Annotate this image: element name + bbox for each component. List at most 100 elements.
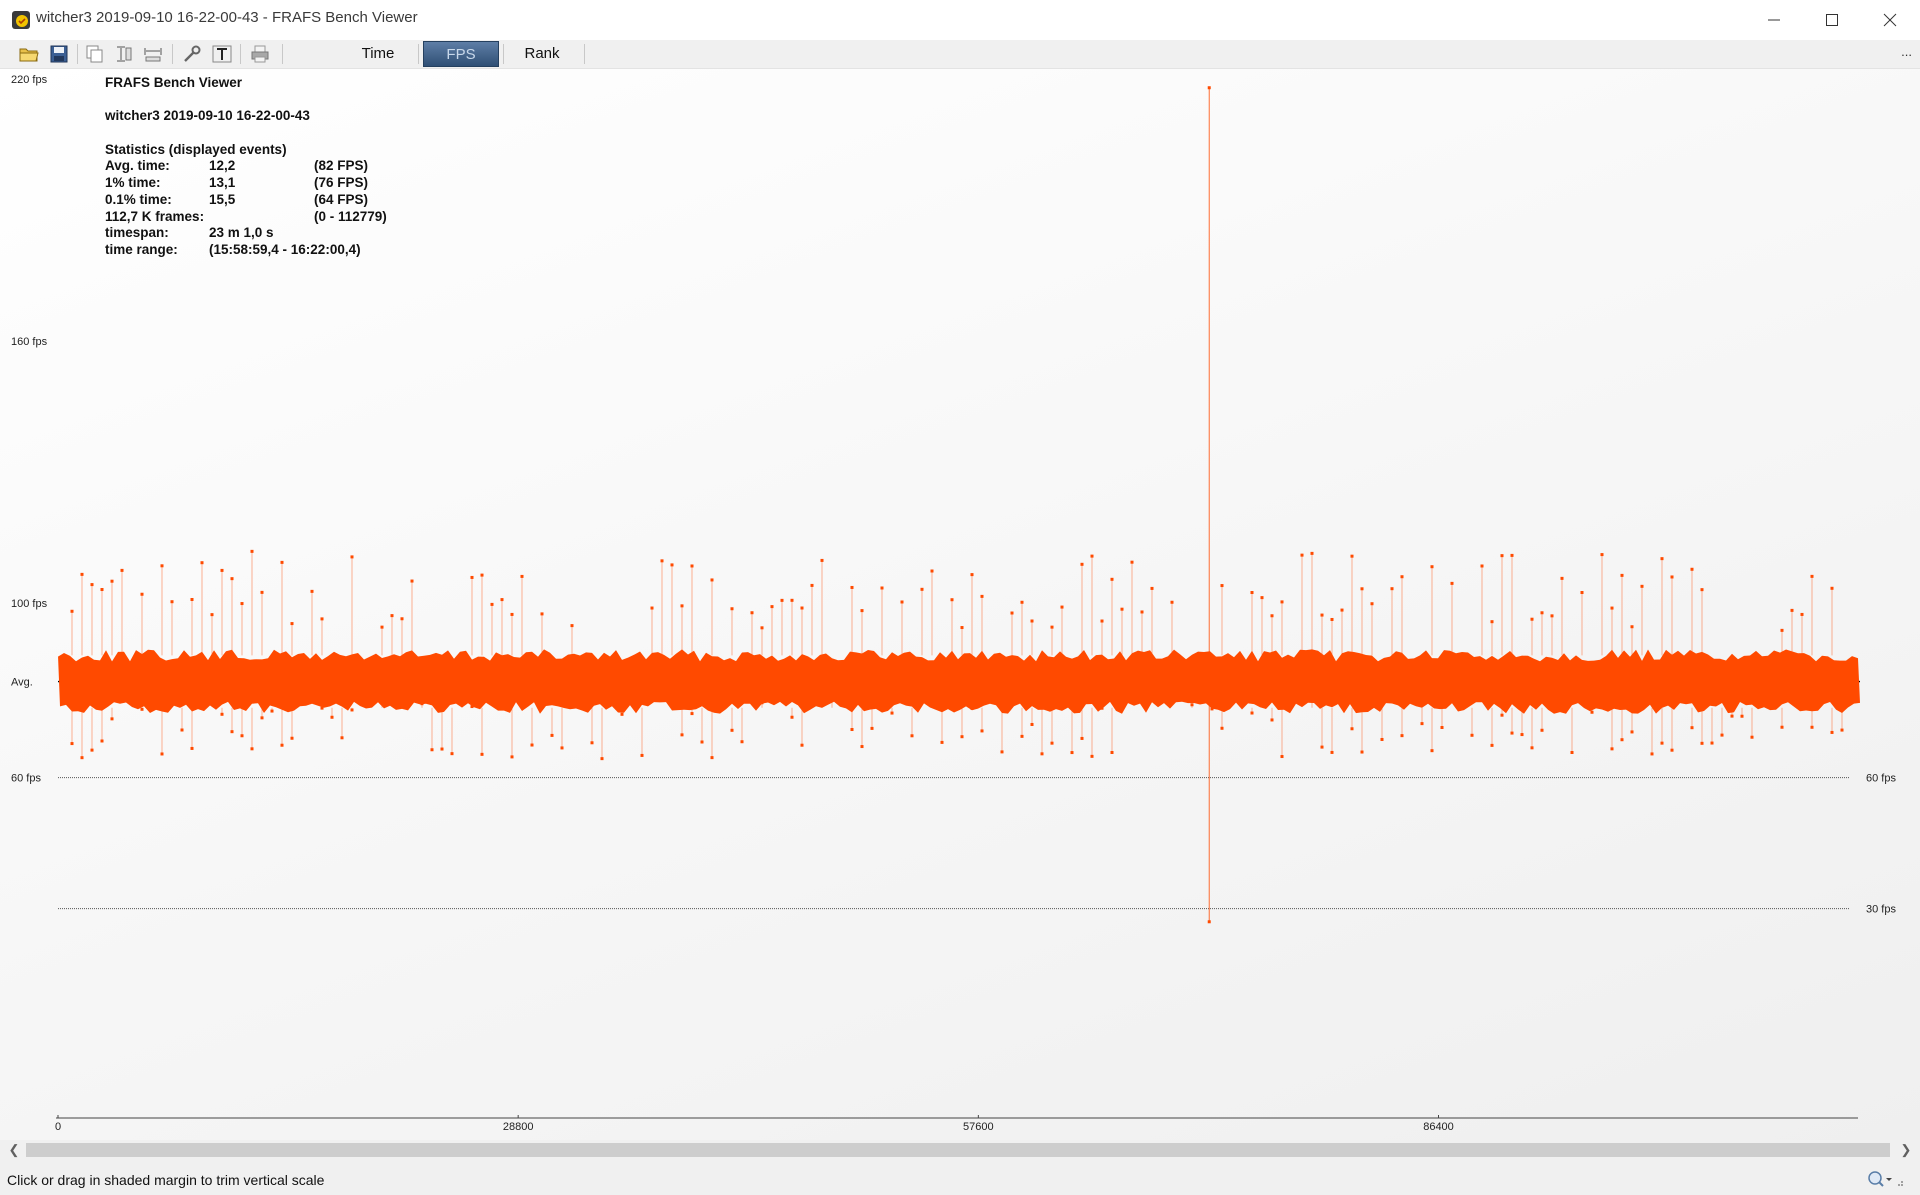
toolbar-overflow-button[interactable]: ... xyxy=(1901,44,1912,59)
fps-spike-marker xyxy=(1100,619,1104,623)
fps-spike-marker xyxy=(1620,573,1624,577)
fps-spike-marker xyxy=(1790,608,1794,612)
fps-spike-marker xyxy=(1030,619,1034,623)
fps-spike-marker xyxy=(1490,620,1494,624)
text-tool-icon[interactable] xyxy=(210,43,234,65)
fps-spike-marker xyxy=(1370,602,1374,606)
fit-vertical-icon[interactable] xyxy=(112,43,136,65)
mode-time-button[interactable]: Time xyxy=(343,41,413,67)
copy-icon[interactable] xyxy=(83,43,107,65)
fps-spike-marker xyxy=(1210,707,1214,711)
fps-spike-marker xyxy=(220,712,224,716)
fps-spike-marker xyxy=(850,728,854,732)
close-button[interactable] xyxy=(1862,0,1919,40)
fps-spike-marker xyxy=(230,577,234,581)
fps-spike-marker xyxy=(100,588,104,592)
fps-spike-marker xyxy=(1260,596,1264,600)
fps-spike-marker xyxy=(90,583,94,587)
fps-spike-marker xyxy=(1480,564,1484,568)
fps-spike-marker xyxy=(640,753,644,757)
toolbar: Time FPS Rank ... xyxy=(0,40,1920,69)
y-axis-label: Avg. xyxy=(11,677,33,689)
fps-spike-marker xyxy=(1100,706,1104,710)
fps-spike-marker xyxy=(110,579,114,583)
print-icon[interactable] xyxy=(248,43,272,65)
fps-spike-marker xyxy=(240,734,244,738)
fps-spike-marker xyxy=(420,702,424,706)
fps-spike-marker xyxy=(190,746,194,750)
fps-series-band xyxy=(58,649,1860,714)
fps-spike-marker xyxy=(530,743,534,747)
fps-spike-marker xyxy=(800,743,804,747)
fps-spike-marker xyxy=(980,594,984,598)
fps-spike-marker xyxy=(1530,746,1534,750)
mode-rank-button[interactable]: Rank xyxy=(508,41,576,67)
mode-fps-button[interactable]: FPS xyxy=(423,41,499,67)
fps-spike-marker xyxy=(550,733,554,737)
fps-spike-marker xyxy=(930,569,934,573)
horizontal-scrollbar[interactable]: ❮ ❯ xyxy=(0,1140,1920,1160)
fps-spike-marker xyxy=(1520,733,1524,737)
scrollbar-thumb[interactable] xyxy=(26,1143,1890,1157)
stats-extra: (64 FPS) xyxy=(314,191,369,207)
toolbar-separator xyxy=(77,44,78,64)
stats-value: 23 m 1,0 s xyxy=(209,225,274,241)
fps-spike-marker xyxy=(1110,577,1114,581)
scroll-right-arrow-icon[interactable]: ❯ xyxy=(1896,1140,1916,1160)
save-icon[interactable] xyxy=(47,43,71,65)
fps-spike-marker xyxy=(1550,614,1554,618)
reference-line-label: 30 fps xyxy=(1866,904,1896,916)
open-folder-icon[interactable] xyxy=(17,43,41,65)
minimize-button[interactable] xyxy=(1746,0,1803,40)
x-axis-tick-label: 57600 xyxy=(963,1121,994,1133)
fps-spike-marker xyxy=(1440,726,1444,730)
fps-spike-marker xyxy=(160,564,164,568)
fps-spike-marker xyxy=(860,745,864,749)
fps-spike-marker xyxy=(1490,743,1494,747)
fps-spike-marker xyxy=(1830,730,1834,734)
stats-value: (15:58:59,4 - 16:22:00,4) xyxy=(209,241,361,257)
y-axis-label: 220 fps xyxy=(11,74,48,86)
fps-spike-marker xyxy=(1130,560,1134,564)
fps-spike-marker xyxy=(1610,606,1614,610)
fps-spike-marker xyxy=(140,592,144,596)
settings-wrench-icon[interactable] xyxy=(180,43,204,65)
fit-horizontal-icon[interactable] xyxy=(141,43,165,65)
stats-value: 15,5 xyxy=(209,191,236,207)
fps-spike-marker xyxy=(250,747,254,751)
fps-spike-marker xyxy=(1350,727,1354,731)
stats-label: 1% time: xyxy=(105,175,161,191)
fps-spike-marker xyxy=(1450,581,1454,585)
fps-spike-marker xyxy=(890,711,894,715)
fps-spike-marker xyxy=(1300,553,1304,557)
fps-spike-marker xyxy=(330,715,334,719)
fps-spike-marker xyxy=(1700,588,1704,592)
zoom-magnifier-icon[interactable] xyxy=(1866,1169,1904,1189)
title-bar: witcher3 2019-09-10 16-22-00-43 - FRAFS … xyxy=(0,0,1920,40)
fps-spike-marker xyxy=(560,746,564,750)
fps-spike-marker xyxy=(1740,714,1744,718)
fps-spike-marker xyxy=(1320,613,1324,617)
stats-extra: (0 - 112779) xyxy=(314,208,387,224)
fps-spike-marker xyxy=(1430,749,1434,753)
fps-spike-marker xyxy=(140,707,144,711)
fps-spike-marker xyxy=(80,572,84,576)
maximize-button[interactable] xyxy=(1804,0,1861,40)
fps-spike-marker xyxy=(870,726,874,730)
fps-spike-marker xyxy=(1380,737,1384,741)
fps-spike-marker xyxy=(450,752,454,756)
fps-spike-marker xyxy=(70,742,74,746)
fps-spike-marker xyxy=(1050,741,1054,745)
fps-spike-marker xyxy=(200,561,204,565)
scroll-left-arrow-icon[interactable]: ❮ xyxy=(4,1140,24,1160)
fps-spike-marker xyxy=(750,611,754,615)
zoom-control[interactable] xyxy=(1866,1169,1904,1189)
toolbar-separator xyxy=(282,44,283,64)
fps-spike-marker xyxy=(1810,574,1814,578)
fps-spike-marker xyxy=(790,715,794,719)
fps-chart-area[interactable]: 220 fps 160 fps 100 fps Avg. 60 fps 60 fps 30 … xyxy=(0,69,1920,1140)
fps-spike-marker xyxy=(1080,736,1084,740)
fps-spike-marker xyxy=(600,757,604,761)
fps-spike-marker xyxy=(1360,587,1364,591)
fps-spike-marker xyxy=(230,730,234,734)
